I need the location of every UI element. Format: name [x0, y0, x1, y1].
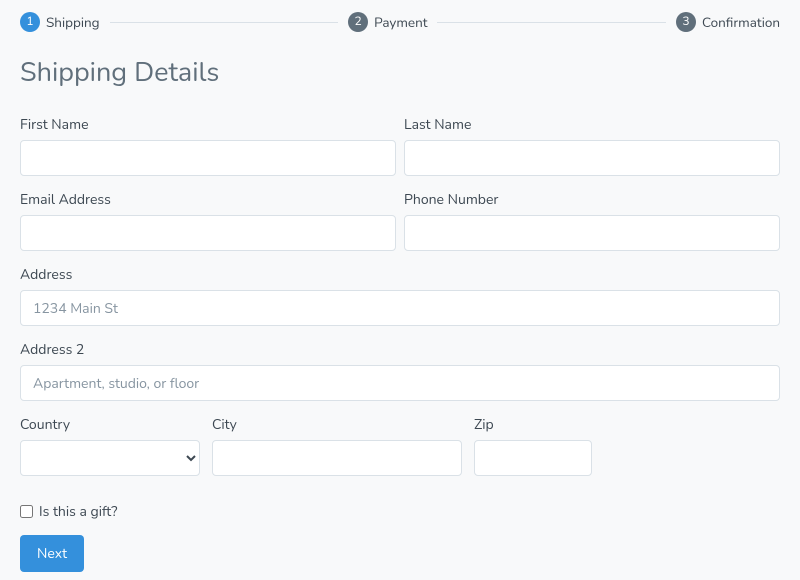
first-name-input[interactable] — [20, 140, 396, 176]
address2-input[interactable] — [20, 365, 780, 401]
next-button[interactable]: Next — [20, 535, 84, 572]
step-confirmation[interactable]: 3 Confirmation — [676, 12, 780, 32]
zip-input[interactable] — [474, 440, 592, 476]
address2-label: Address 2 — [20, 340, 780, 359]
address-label: Address — [20, 265, 780, 284]
step-divider — [437, 22, 666, 23]
shipping-form: First Name Last Name Email Address Phone… — [20, 115, 780, 572]
email-label: Email Address — [20, 190, 396, 209]
phone-label: Phone Number — [404, 190, 780, 209]
page-title: Shipping Details — [20, 54, 780, 91]
step-number-icon: 3 — [676, 12, 696, 32]
progress-steps: 1 Shipping 2 Payment 3 Confirmation — [20, 12, 780, 32]
gift-checkbox-label[interactable]: Is this a gift? — [39, 502, 117, 521]
step-shipping[interactable]: 1 Shipping — [20, 12, 100, 32]
address-input[interactable] — [20, 290, 780, 326]
step-divider — [110, 22, 339, 23]
last-name-label: Last Name — [404, 115, 780, 134]
gift-checkbox[interactable] — [20, 505, 33, 518]
country-select[interactable] — [20, 440, 200, 476]
country-label: Country — [20, 415, 200, 434]
step-payment[interactable]: 2 Payment — [348, 12, 427, 32]
first-name-label: First Name — [20, 115, 396, 134]
email-input[interactable] — [20, 215, 396, 251]
step-label: Confirmation — [702, 13, 780, 32]
step-number-icon: 1 — [20, 12, 40, 32]
city-label: City — [212, 415, 462, 434]
last-name-input[interactable] — [404, 140, 780, 176]
step-label: Shipping — [46, 13, 100, 32]
city-input[interactable] — [212, 440, 462, 476]
step-number-icon: 2 — [348, 12, 368, 32]
phone-input[interactable] — [404, 215, 780, 251]
step-label: Payment — [374, 13, 427, 32]
zip-label: Zip — [474, 415, 592, 434]
